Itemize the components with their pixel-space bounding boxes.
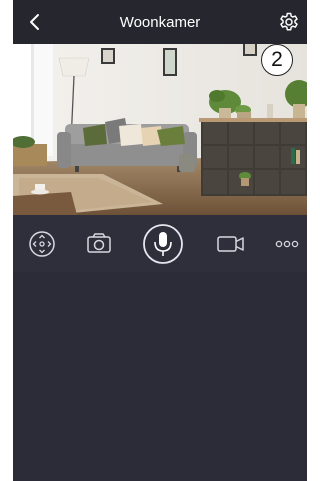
page-title: Woonkamer (119, 14, 201, 31)
top-bar: Woonkamer (13, 0, 307, 44)
control-toolbar (13, 215, 307, 272)
talk-microphone-button[interactable] (140, 215, 186, 272)
ptz-control-button[interactable] (22, 215, 62, 272)
gear-icon (280, 12, 298, 31)
snapshot-camera-icon (87, 233, 111, 253)
camera-live-view[interactable] (13, 44, 307, 215)
ptz-control-icon (29, 231, 55, 257)
app-screen: Woonkamer 2 (13, 0, 307, 481)
more-dots-icon (275, 240, 299, 248)
more-options-button[interactable] (267, 215, 307, 272)
chevron-left-icon (30, 14, 39, 30)
snapshot-button[interactable] (79, 215, 119, 272)
settings-button[interactable] (277, 10, 301, 34)
video-record-icon (217, 236, 244, 252)
back-button[interactable] (23, 10, 47, 34)
record-video-button[interactable] (211, 215, 251, 272)
microphone-icon (143, 224, 183, 264)
content-area (13, 272, 307, 481)
living-room-image (13, 44, 307, 215)
callout-number-badge: 2 (261, 44, 293, 76)
